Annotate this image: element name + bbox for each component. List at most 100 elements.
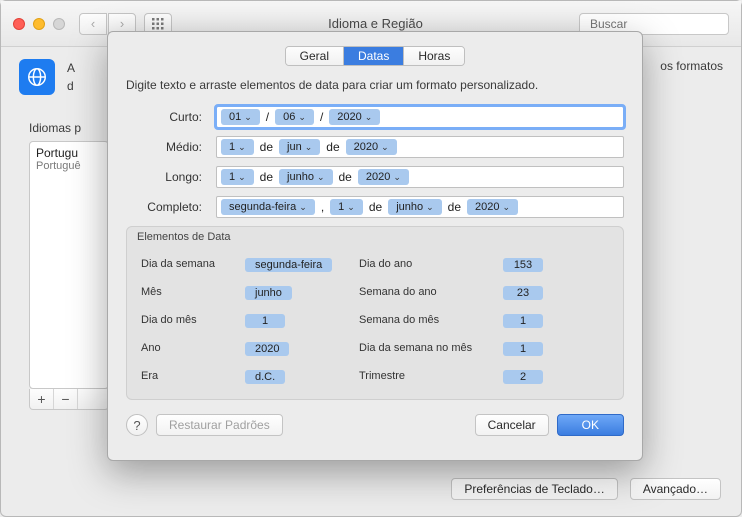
date-format-sheet: Geral Datas Horas Digite texto e arraste…	[107, 31, 643, 461]
month-token[interactable]: junho⌄	[388, 199, 441, 215]
long-label: Longo:	[126, 170, 216, 184]
separator: de	[258, 140, 275, 154]
ok-button[interactable]: OK	[557, 414, 624, 436]
separator: ,	[319, 200, 326, 214]
list-toolbar: + −	[29, 389, 109, 410]
day-token[interactable]: 1⌄	[221, 169, 254, 185]
quarter-label: Trimestre	[359, 370, 499, 382]
month-token[interactable]: jun⌄	[279, 139, 320, 155]
help-button[interactable]: ?	[126, 414, 148, 436]
preferences-window: ‹ › Idioma e Região A os formatos d Idio…	[0, 0, 742, 517]
weekdayinmonth-element[interactable]: 1	[503, 342, 543, 356]
list-item[interactable]: Portugu	[36, 146, 102, 160]
window-title: Idioma e Região	[172, 16, 579, 31]
chevron-down-icon: ⌄	[393, 172, 401, 183]
chevron-down-icon: ⌄	[305, 142, 313, 153]
chevron-left-icon: ‹	[91, 16, 95, 31]
tab-times[interactable]: Horas	[404, 47, 464, 65]
separator: de	[367, 200, 384, 214]
day-token[interactable]: 1⌄	[221, 139, 254, 155]
bg-text-formats: os formatos	[660, 59, 723, 73]
sheet-description: Digite texto e arraste elementos de data…	[126, 78, 624, 92]
year-token[interactable]: 2020⌄	[329, 109, 380, 125]
day-token[interactable]: 01⌄	[221, 109, 260, 125]
date-elements-panel: Elementos de Data Dia da semana segunda-…	[126, 226, 624, 400]
elements-title: Elementos de Data	[127, 227, 623, 247]
chevron-down-icon: ⌄	[381, 142, 389, 153]
bg-text-d: d	[67, 79, 74, 93]
long-format-field[interactable]: 1⌄ de junho⌄ de 2020⌄	[216, 166, 624, 188]
era-label: Era	[141, 370, 241, 382]
weekofmonth-element[interactable]: 1	[503, 314, 543, 328]
list-item-sub: Portuguê	[36, 160, 102, 172]
weekday-label: Dia da semana	[141, 258, 241, 270]
chevron-down-icon: ⌄	[365, 112, 373, 123]
keyboard-prefs-button[interactable]: Preferências de Teclado…	[451, 478, 618, 500]
restore-defaults-button[interactable]: Restaurar Padrões	[156, 414, 283, 436]
minimize-window-button[interactable]	[33, 18, 45, 30]
dayofmonth-label: Dia do mês	[141, 314, 241, 326]
weekday-element[interactable]: segunda-feira	[245, 258, 332, 272]
cancel-button[interactable]: Cancelar	[475, 414, 549, 436]
chevron-down-icon: ⌄	[298, 112, 306, 123]
month-element[interactable]: junho	[245, 286, 292, 300]
chevron-down-icon: ⌄	[503, 202, 511, 213]
back-button[interactable]: ‹	[79, 13, 107, 35]
chevron-down-icon: ⌄	[317, 172, 325, 183]
medium-label: Médio:	[126, 140, 216, 154]
weekday-token[interactable]: segunda-feira⌄	[221, 199, 315, 215]
weekofyear-label: Semana do ano	[359, 286, 499, 298]
chevron-right-icon: ›	[120, 16, 124, 31]
tab-general[interactable]: Geral	[286, 47, 344, 65]
separator: de	[258, 170, 275, 184]
dayofmonth-element[interactable]: 1	[245, 314, 285, 328]
chevron-down-icon: ⌄	[347, 202, 355, 213]
day-token[interactable]: 1⌄	[330, 199, 363, 215]
chevron-down-icon: ⌄	[238, 142, 246, 153]
year-token[interactable]: 2020⌄	[358, 169, 409, 185]
bg-text-a: A	[67, 61, 75, 75]
close-window-button[interactable]	[13, 18, 25, 30]
separator: de	[324, 140, 341, 154]
advanced-button[interactable]: Avançado…	[630, 478, 721, 500]
chevron-down-icon: ⌄	[299, 202, 307, 213]
weekofyear-element[interactable]: 23	[503, 286, 543, 300]
search-input[interactable]	[590, 17, 742, 31]
dayofyear-element[interactable]: 153	[503, 258, 543, 272]
year-label: Ano	[141, 342, 241, 354]
full-label: Completo:	[126, 200, 216, 214]
medium-format-field[interactable]: 1⌄ de jun⌄ de 2020⌄	[216, 136, 624, 158]
add-button[interactable]: +	[30, 389, 54, 409]
full-format-field[interactable]: segunda-feira⌄ , 1⌄ de junho⌄ de 2020⌄	[216, 196, 624, 218]
zoom-window-button	[53, 18, 65, 30]
chevron-down-icon: ⌄	[244, 112, 252, 123]
chevron-down-icon: ⌄	[238, 172, 246, 183]
tab-segmented-control: Geral Datas Horas	[285, 46, 466, 66]
languages-list[interactable]: Portugu Portuguê	[29, 141, 109, 389]
separator: /	[264, 110, 271, 124]
short-label: Curto:	[126, 110, 216, 124]
tab-dates[interactable]: Datas	[344, 47, 404, 65]
globe-icon	[19, 59, 55, 95]
month-token[interactable]: junho⌄	[279, 169, 332, 185]
sheet-footer: ? Restaurar Padrões Cancelar OK	[126, 414, 624, 436]
languages-sidebar: Idiomas p Portugu Portuguê + −	[29, 121, 109, 410]
background-footer: Preferências de Teclado… Avançado…	[451, 478, 721, 500]
separator: de	[446, 200, 463, 214]
month-token[interactable]: 06⌄	[275, 109, 314, 125]
short-format-field[interactable]: 01⌄ / 06⌄ / 2020⌄	[216, 106, 624, 128]
chevron-down-icon: ⌄	[426, 202, 434, 213]
year-token[interactable]: 2020⌄	[346, 139, 397, 155]
year-element[interactable]: 2020	[245, 342, 289, 356]
separator: de	[337, 170, 354, 184]
remove-button[interactable]: −	[54, 389, 78, 409]
languages-label: Idiomas p	[29, 121, 109, 135]
dayofyear-label: Dia do ano	[359, 258, 499, 270]
quarter-element[interactable]: 2	[503, 370, 543, 384]
weekdayinmonth-label: Dia da semana no mês	[359, 342, 499, 354]
weekofmonth-label: Semana do mês	[359, 314, 499, 326]
era-element[interactable]: d.C.	[245, 370, 285, 384]
year-token[interactable]: 2020⌄	[467, 199, 518, 215]
traffic-lights	[13, 18, 65, 30]
month-label: Mês	[141, 286, 241, 298]
